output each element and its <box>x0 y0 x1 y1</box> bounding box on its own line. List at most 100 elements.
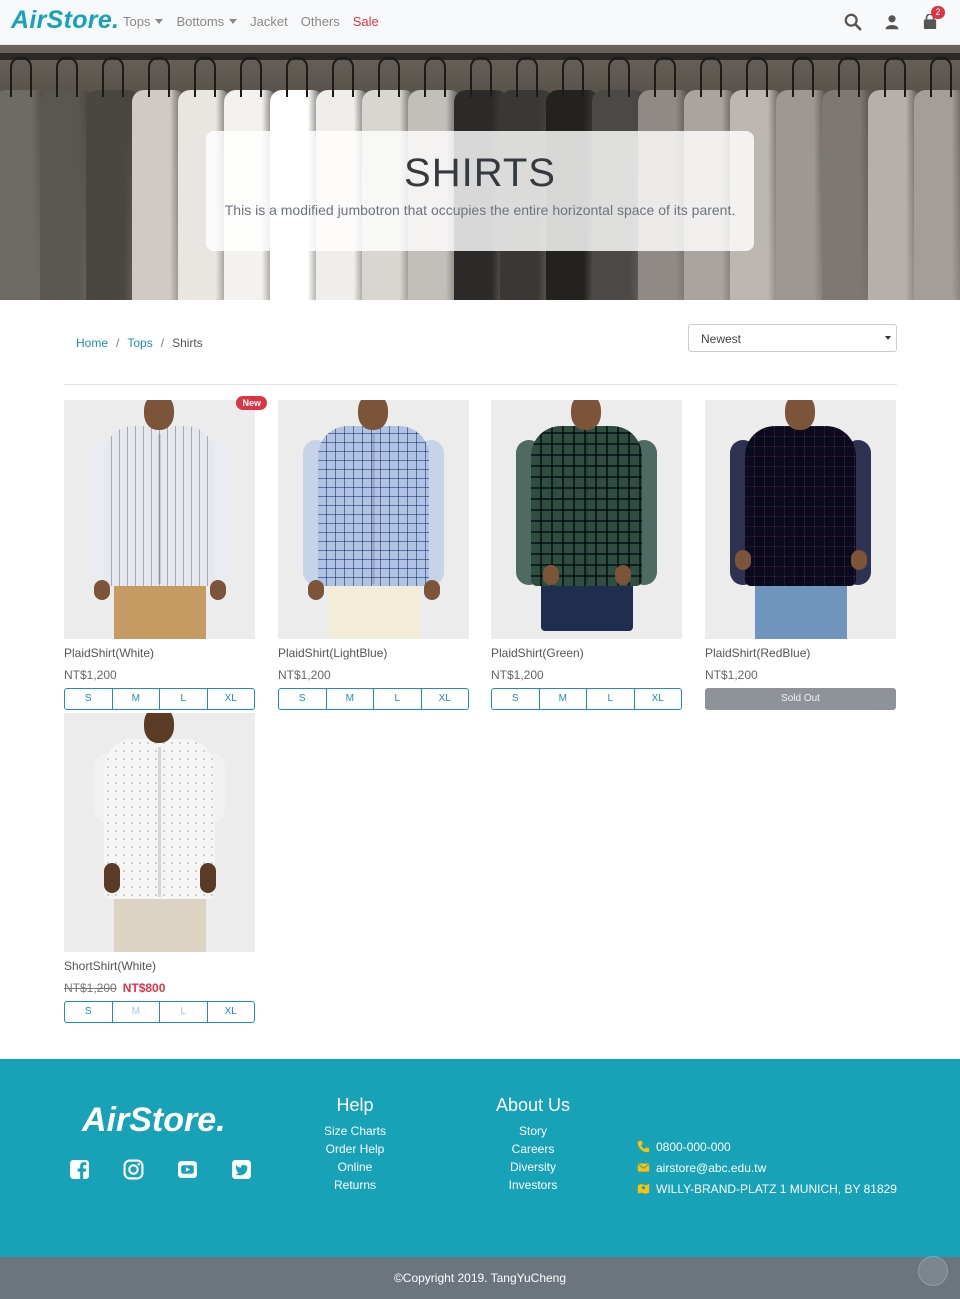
product-price: NT$1,200 <box>64 668 117 682</box>
hero-subtitle: This is a modified jumbotron that occupi… <box>224 202 736 218</box>
breadcrumb-separator: / <box>116 336 120 350</box>
nav-item-label: Tops <box>123 14 151 29</box>
chevron-down-icon <box>229 19 238 24</box>
contact-email-text[interactable]: airstore@abc.edu.tw <box>656 1161 766 1175</box>
size-button-xl[interactable]: XL <box>208 1002 255 1022</box>
sort-select[interactable]: Newest <box>688 324 897 352</box>
size-button-s[interactable]: S <box>65 1002 113 1022</box>
nav-item-sale[interactable]: Sale <box>353 14 379 29</box>
nav-item-label: Bottoms <box>176 14 225 29</box>
product-price: NT$1,200 <box>705 668 758 682</box>
dropdown-arrow-icon <box>885 336 891 340</box>
size-button-s[interactable]: S <box>279 689 327 709</box>
footer-link-story[interactable]: Story <box>494 1122 572 1140</box>
size-button-m[interactable]: M <box>113 689 160 709</box>
sale-price: NT$800 <box>122 981 166 995</box>
page: AirStore. Tops Bottoms Jacket Others Sal… <box>0 0 960 1299</box>
nav-item-tops[interactable]: Tops <box>123 14 164 29</box>
hero-title: SHIRTS <box>404 151 556 195</box>
instagram-icon[interactable] <box>123 1159 144 1180</box>
footer-about-title: About Us <box>495 1095 571 1115</box>
product-price: NT$1,200 <box>491 668 544 682</box>
size-selector: S M L XL <box>491 688 682 710</box>
divider <box>64 384 897 385</box>
size-button-l[interactable]: L <box>374 689 422 709</box>
breadcrumb-home[interactable]: Home <box>76 336 108 350</box>
product-card: New PlaidShirt(White) NT$1,200 S M L XL <box>64 396 267 710</box>
chevron-down-icon <box>155 19 164 24</box>
sold-out-button: Sold Out <box>705 688 896 710</box>
footer-link-investors[interactable]: Investors <box>494 1176 572 1194</box>
size-selector: S M L XL <box>64 1001 255 1023</box>
product-image[interactable] <box>278 400 469 639</box>
product-card: PlaidShirt(LightBlue) NT$1,200 S M L XL <box>278 400 469 710</box>
product-price: NT$1,200 NT$800 <box>64 981 255 995</box>
size-button-m[interactable]: M <box>540 689 587 709</box>
size-selector: S M L XL <box>278 688 469 710</box>
copyright-bar: ©Copyright 2019. TangYuCheng <box>0 1257 960 1299</box>
footer-brand-logo[interactable]: AirStore. <box>82 1101 226 1140</box>
nav-item-others[interactable]: Others <box>301 14 340 29</box>
navbar: AirStore. Tops Bottoms Jacket Others Sal… <box>0 0 960 45</box>
product-name[interactable]: ShortShirt(White) <box>64 959 255 973</box>
product-image[interactable] <box>64 713 255 952</box>
size-button-xl[interactable]: XL <box>422 689 469 709</box>
size-button-s[interactable]: S <box>65 689 113 709</box>
footer: AirStore. Help Size Charts Order Help On… <box>0 1059 960 1257</box>
breadcrumb-tops[interactable]: Tops <box>127 336 152 350</box>
original-price: NT$1,200 <box>64 981 117 995</box>
facebook-icon[interactable] <box>69 1159 90 1180</box>
breadcrumb-current: Shirts <box>172 336 203 350</box>
size-button-s[interactable]: S <box>492 689 540 709</box>
footer-about-column: About Us Story Careers Diversity Investo… <box>494 1095 572 1194</box>
brand-logo[interactable]: AirStore. <box>11 6 119 35</box>
envelope-icon <box>637 1163 650 1172</box>
social-links <box>69 1159 252 1180</box>
contact-email: airstore@abc.edu.tw <box>637 1157 897 1178</box>
product-name[interactable]: PlaidShirt(RedBlue) <box>705 646 896 660</box>
footer-link-diversity[interactable]: Diversity <box>494 1158 572 1176</box>
footer-link-careers[interactable]: Careers <box>494 1140 572 1158</box>
hero-card: SHIRTS This is a modified jumbotron that… <box>206 131 754 251</box>
nav-item-bottoms[interactable]: Bottoms <box>176 14 238 29</box>
search-icon[interactable] <box>844 13 862 31</box>
youtube-icon[interactable] <box>177 1159 198 1180</box>
product-name[interactable]: PlaidShirt(LightBlue) <box>278 646 469 660</box>
twitter-icon[interactable] <box>231 1159 252 1180</box>
size-button-xl[interactable]: XL <box>208 689 255 709</box>
sort-selected-value: Newest <box>701 332 742 346</box>
product-name[interactable]: PlaidShirt(White) <box>64 646 255 660</box>
product-image[interactable] <box>705 400 896 639</box>
breadcrumb-separator: / <box>160 336 165 350</box>
footer-help-column: Help Size Charts Order Help Online Retur… <box>316 1095 394 1194</box>
product-card: PlaidShirt(RedBlue) NT$1,200 Sold Out <box>705 400 896 710</box>
size-button-m[interactable]: M <box>113 1002 160 1022</box>
footer-link-order-help[interactable]: Order Help <box>316 1140 394 1158</box>
hero-banner: SHIRTS This is a modified jumbotron that… <box>0 45 960 300</box>
product-price: NT$1,200 <box>278 668 331 682</box>
size-button-m[interactable]: M <box>327 689 374 709</box>
phone-icon <box>637 1140 650 1153</box>
size-button-l[interactable]: L <box>160 689 208 709</box>
new-badge: New <box>236 396 267 410</box>
footer-contact: 0800-000-000 airstore@abc.edu.tw WILLY-B… <box>637 1136 897 1199</box>
map-marker-icon <box>637 1184 650 1194</box>
contact-phone-text[interactable]: 0800-000-000 <box>656 1140 731 1154</box>
contact-address-text: WILLY-BRAND-PLATZ 1 MUNICH, BY 81829 <box>656 1181 897 1196</box>
user-icon[interactable] <box>884 14 900 30</box>
size-selector: S M L XL <box>64 688 255 710</box>
product-card: ShortShirt(White) NT$1,200 NT$800 S M L X… <box>64 713 255 1023</box>
product-name[interactable]: PlaidShirt(Green) <box>491 646 682 660</box>
breadcrumb: Home / Tops / Shirts <box>76 336 203 350</box>
product-image[interactable] <box>491 400 682 639</box>
footer-link-online-returns[interactable]: Online Returns <box>316 1158 394 1194</box>
size-button-l[interactable]: L <box>587 689 635 709</box>
size-button-xl[interactable]: XL <box>635 689 682 709</box>
product-image[interactable] <box>64 400 255 639</box>
product-card: PlaidShirt(Green) NT$1,200 S M L XL <box>491 400 682 710</box>
back-to-top-button[interactable] <box>918 1256 948 1286</box>
footer-link-size-charts[interactable]: Size Charts <box>316 1122 394 1140</box>
size-button-l[interactable]: L <box>160 1002 208 1022</box>
nav-item-jacket[interactable]: Jacket <box>250 14 288 29</box>
cart-count-badge: 2 <box>931 6 945 19</box>
